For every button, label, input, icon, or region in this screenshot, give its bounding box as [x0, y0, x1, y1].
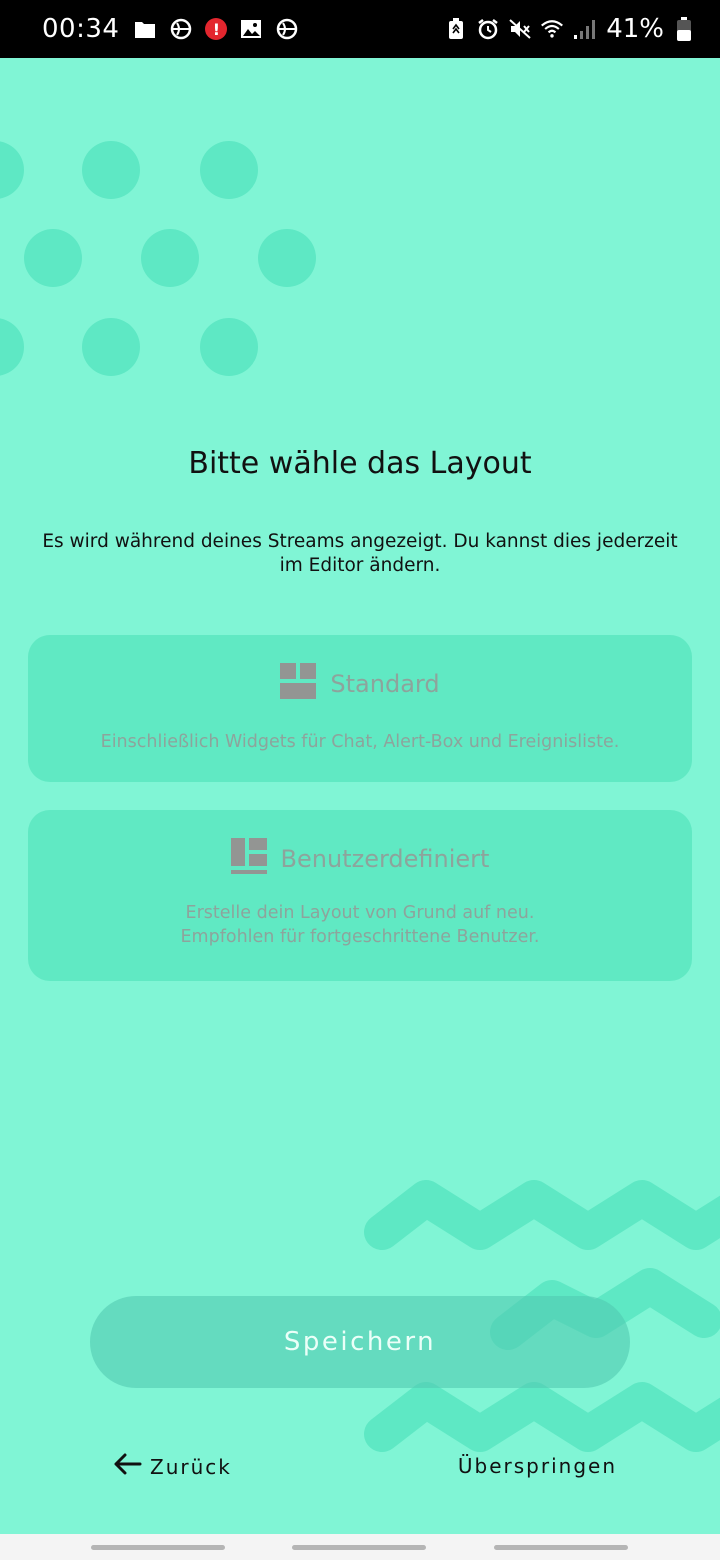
decorative-dot: [200, 141, 258, 199]
option-title: Benutzerdefiniert: [280, 844, 490, 873]
battery-icon: [672, 17, 696, 41]
decorative-dot: [0, 318, 24, 376]
wifi-icon: [540, 17, 564, 41]
decorative-dot: [82, 318, 140, 376]
notification-icons: !: [133, 17, 299, 41]
save-button[interactable]: Speichern: [90, 1296, 630, 1388]
signal-icon: [572, 17, 596, 41]
cast-icon: [275, 17, 299, 41]
option-title: Standard: [330, 669, 440, 698]
standard-layout-icon: [280, 663, 317, 704]
back-label: Zurück: [150, 1454, 232, 1479]
option-description-line: Einschließlich Widgets für Chat, Alert-B…: [100, 732, 620, 752]
status-time: 00:34: [42, 14, 120, 44]
option-description-line: Empfohlen für fortgeschrittene Benutzer.: [180, 927, 540, 947]
decorative-dot: [258, 229, 316, 287]
battery-saver-icon: [444, 17, 468, 41]
system-icons: 41%: [444, 14, 696, 44]
page-title: Bitte wähle das Layout: [188, 446, 532, 481]
status-bar: 00:34 ! 41%: [0, 0, 720, 58]
navigation-bar: [0, 1534, 720, 1560]
custom-layout-icon: [230, 838, 267, 879]
layout-option-custom[interactable]: Benutzerdefiniert Erstelle dein Layout v…: [28, 810, 692, 981]
mute-icon: [508, 17, 532, 41]
alarm-icon: [476, 17, 500, 41]
decorative-dot: [24, 229, 82, 287]
option-description: Einschließlich Widgets für Chat, Alert-B…: [101, 730, 620, 754]
alert-icon: !: [205, 18, 228, 40]
layout-option-standard[interactable]: Standard Einschließlich Widgets für Chat…: [28, 635, 692, 782]
back-button[interactable]: Zurück: [112, 1452, 232, 1481]
folder-icon: [133, 17, 157, 41]
option-header: Benutzerdefiniert: [230, 838, 490, 879]
battery-percent: 41%: [606, 14, 664, 44]
nav-handle-left[interactable]: [91, 1545, 225, 1550]
decorative-dot: [141, 229, 199, 287]
decorative-dot: [200, 318, 258, 376]
decorative-dot: [82, 141, 140, 199]
option-description: Erstelle dein Layout von Grund auf neu. …: [181, 901, 540, 949]
image-icon: [239, 17, 263, 41]
option-description-line: Erstelle dein Layout von Grund auf neu.: [185, 903, 535, 923]
nav-handle-right[interactable]: [494, 1545, 628, 1550]
decorative-dot: [0, 141, 24, 199]
option-header: Standard: [280, 663, 440, 704]
page-subtitle: Es wird während deines Streams angezeigt…: [42, 531, 678, 576]
skip-button[interactable]: Überspringen: [458, 1454, 617, 1478]
cast-icon: [169, 17, 193, 41]
arrow-left-icon: [112, 1452, 142, 1481]
nav-handle-center[interactable]: [292, 1545, 426, 1550]
